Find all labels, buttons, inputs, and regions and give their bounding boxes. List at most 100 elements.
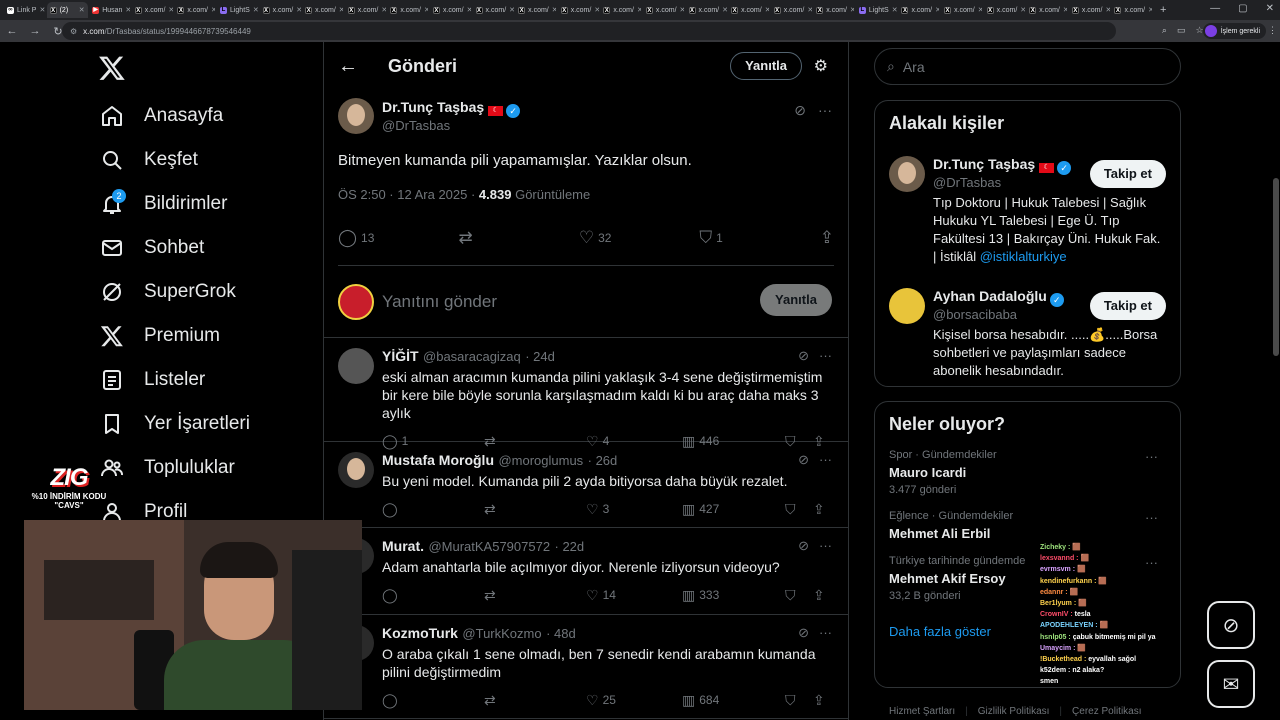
views-action[interactable]: ▥ 427	[682, 501, 785, 518]
close-tab-icon[interactable]: ✕	[1020, 6, 1024, 14]
reply-submit-button[interactable]: Yanıtla	[760, 284, 832, 316]
bookmark-action[interactable]: ⛉	[785, 692, 813, 709]
close-tab-icon[interactable]: ✕	[339, 6, 343, 14]
trend-item[interactable]: Spor · Gündemdekiler Mauro Icardi 3.477 gö…	[889, 449, 1166, 496]
reply-author-name[interactable]: Mustafa Moroğlu	[382, 452, 494, 468]
reply-author-name[interactable]: KozmoTurk	[382, 625, 458, 641]
header-reply-button[interactable]: Yanıtla	[730, 52, 802, 80]
sidebar-item-grok[interactable]: SuperGrok	[100, 270, 250, 314]
close-tab-icon[interactable]: ✕	[978, 6, 982, 14]
grok-fab-button[interactable]: ⊘	[1207, 601, 1255, 649]
close-tab-icon[interactable]: ✕	[850, 6, 854, 14]
bookmark-action[interactable]: ⛉	[785, 501, 813, 518]
sidebar-item-home[interactable]: Anasayfa	[100, 94, 250, 138]
browser-tab[interactable]: Xx.com/✕	[430, 2, 471, 18]
grok-icon[interactable]: ⊘	[798, 538, 809, 554]
search-input[interactable]: ⌕ Ara	[874, 48, 1181, 85]
messages-fab-button[interactable]: ✉	[1207, 660, 1255, 708]
site-info-icon[interactable]: ⚙	[70, 27, 77, 36]
close-tab-icon[interactable]: ✕	[211, 6, 215, 14]
footer-link[interactable]: Çerez Politikası	[1059, 706, 1141, 717]
reply-age[interactable]: · 22d	[555, 539, 585, 554]
close-tab-icon[interactable]: ✕	[892, 6, 897, 14]
close-tab-icon[interactable]: ✕	[594, 6, 598, 14]
reply-action[interactable]: ◯	[382, 587, 484, 604]
share-action[interactable]: ⇪	[813, 501, 833, 518]
reply-action[interactable]: ◯ 13	[338, 228, 458, 248]
close-tab-icon[interactable]: ✕	[125, 6, 130, 14]
follow-button[interactable]: Takip et	[1089, 292, 1166, 320]
back-arrow-icon[interactable]: ←	[338, 55, 358, 78]
browser-menu-icon[interactable]: ⋮	[1268, 25, 1277, 36]
browser-tab[interactable]: Xx.com/✕	[174, 2, 215, 18]
bio-mention-link[interactable]: @istiklalturkiye	[980, 249, 1067, 264]
zoom-icon[interactable]: ⌕	[1162, 25, 1167, 36]
reply-input[interactable]: Yanıtını gönder	[382, 292, 497, 312]
bookmark-action[interactable]: ⛉ 1	[699, 228, 819, 248]
close-tab-icon[interactable]: ✕	[637, 6, 641, 14]
close-tab-icon[interactable]: ✕	[467, 6, 471, 14]
sidebar-item-list[interactable]: Listeler	[100, 358, 250, 402]
forward-icon[interactable]: →	[29, 25, 41, 37]
bookmark-action[interactable]: ⛉	[785, 587, 813, 604]
close-tab-icon[interactable]: ✕	[680, 6, 684, 14]
reply-action[interactable]: ◯	[382, 501, 484, 518]
browser-tab[interactable]: Xx.com/✕	[515, 2, 556, 18]
reply-action[interactable]: ◯	[382, 692, 484, 709]
author-name[interactable]: Dr.Tunç Taşbaş	[382, 99, 484, 115]
reply-item[interactable]: Murat. @MuratKA57907572 · 22d Adam anahta…	[324, 528, 848, 615]
reply-author-handle[interactable]: @TurkKozmo	[462, 626, 541, 641]
browser-tab[interactable]: ∞ Link P ✕	[4, 2, 45, 18]
close-tab-icon[interactable]: ✕	[253, 6, 258, 14]
avatar[interactable]	[889, 288, 925, 324]
close-tab-icon[interactable]: ✕	[807, 6, 811, 14]
sidebar-item-bell[interactable]: 2 Bildirimler	[100, 182, 250, 226]
avatar[interactable]	[338, 452, 374, 488]
footer-link[interactable]: Gizlilik Politikası	[965, 706, 1050, 717]
reply-age[interactable]: · 26d	[588, 453, 618, 468]
views-action[interactable]: ▥ 333	[682, 587, 785, 604]
more-icon[interactable]: ···	[819, 538, 832, 554]
browser-tab[interactable]: Xx.com/✕	[898, 2, 939, 18]
like-action[interactable]: ♡ 32	[579, 228, 699, 248]
more-icon[interactable]: ···	[1145, 510, 1158, 525]
close-window-icon[interactable]: ✕	[1266, 3, 1274, 14]
more-icon[interactable]: ···	[819, 348, 832, 364]
tune-icon[interactable]: ⚙	[814, 56, 828, 76]
browser-tab[interactable]: Xx.com/✕	[132, 2, 173, 18]
sidebar-item-people[interactable]: Topluluklar	[100, 446, 250, 490]
like-action[interactable]: ♡ 25	[586, 692, 682, 709]
sidebar-item-mail[interactable]: Sohbet	[100, 226, 250, 270]
repost-action[interactable]: ⇄	[484, 587, 586, 604]
x-logo-icon[interactable]	[98, 54, 126, 82]
reply-age[interactable]: · 48d	[546, 626, 576, 641]
browser-tab[interactable]: Xx.com/✕	[984, 2, 1025, 18]
reply-author-handle[interactable]: @MuratKA57907572	[428, 539, 550, 554]
like-action[interactable]: ♡ 14	[586, 587, 682, 604]
close-tab-icon[interactable]: ✕	[39, 6, 45, 14]
profile-chip[interactable]: İşlem gerekli	[1202, 23, 1266, 39]
close-tab-icon[interactable]: ✕	[1105, 6, 1109, 14]
sidebar-item-bookmark[interactable]: Yer İşaretleri	[100, 402, 250, 446]
grok-icon[interactable]: ⊘	[798, 625, 809, 641]
cast-icon[interactable]: ▭	[1177, 25, 1186, 36]
browser-tab[interactable]: L LightS ✕	[217, 2, 258, 18]
browser-tab[interactable]: Xx.com/✕	[771, 2, 812, 18]
browser-tab[interactable]: Xx.com/✕	[600, 2, 641, 18]
related-person[interactable]: Dr.Tunç Taşbaş ☾ ✓ @DrTasbas Tıp Doktoru | H…	[889, 156, 1166, 266]
share-action[interactable]: ⇪	[813, 587, 833, 604]
browser-tab[interactable]: L LightS ✕	[856, 2, 897, 18]
reply-author-name[interactable]: Murat.	[382, 538, 424, 554]
browser-tab[interactable]: Xx.com/✕	[728, 2, 769, 18]
browser-tab[interactable]: Xx.com/✕	[260, 2, 301, 18]
more-icon[interactable]: ···	[1145, 449, 1158, 464]
grok-icon[interactable]: ⊘	[798, 348, 809, 364]
close-tab-icon[interactable]: ✕	[424, 6, 428, 14]
browser-tab[interactable]: X (2) ✕	[46, 2, 88, 18]
close-tab-icon[interactable]: ✕	[722, 6, 726, 14]
more-icon[interactable]: ···	[819, 625, 832, 641]
more-icon[interactable]: ···	[819, 452, 832, 468]
avatar[interactable]	[889, 156, 925, 192]
close-tab-icon[interactable]: ✕	[1063, 6, 1067, 14]
more-icon[interactable]: ···	[818, 102, 832, 119]
